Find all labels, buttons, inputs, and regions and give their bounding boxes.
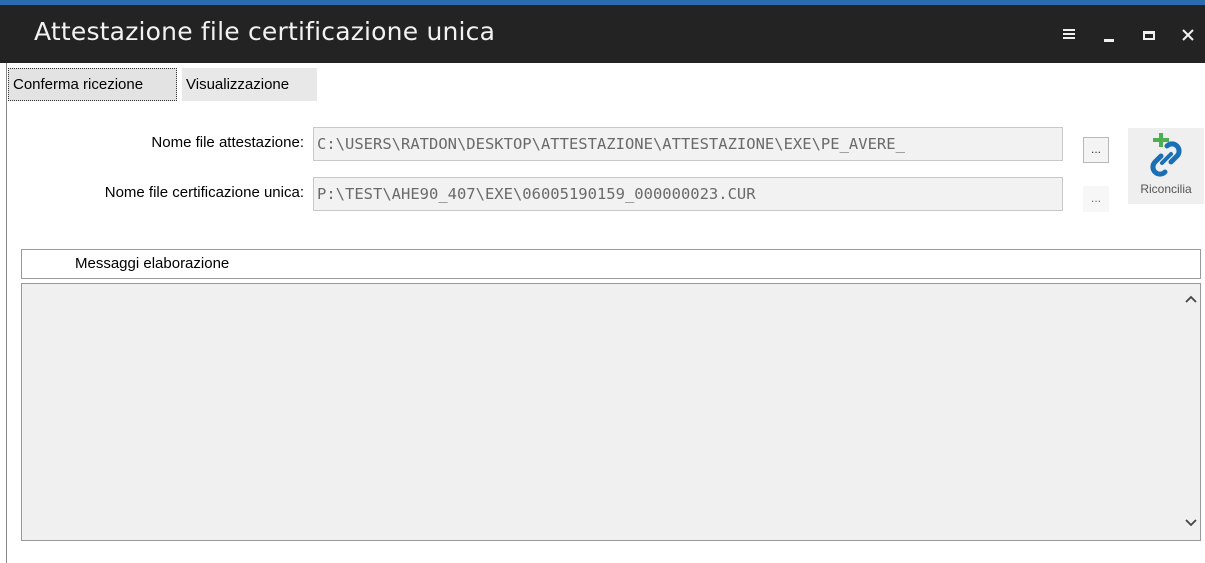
attestazione-file-field[interactable]: C:\USERS\RATDON\DESKTOP\ATTESTAZIONE\ATT… bbox=[313, 127, 1063, 161]
tab-visualizzazione[interactable]: Visualizzazione bbox=[182, 68, 317, 101]
link-add-icon bbox=[1150, 133, 1182, 177]
chevron-down-icon[interactable] bbox=[1183, 514, 1199, 530]
certificazione-label: Nome file certificazione unica: bbox=[104, 184, 304, 201]
chevron-up-icon[interactable] bbox=[1183, 292, 1199, 308]
window-title: Attestazione file certificazione unica bbox=[34, 17, 496, 46]
certificazione-file-field[interactable]: P:\TEST\AHE90_407\EXE\06005190159_000000… bbox=[313, 177, 1063, 211]
minimize-icon[interactable] bbox=[1099, 23, 1123, 47]
browse-certificazione-button[interactable]: ... bbox=[1083, 186, 1109, 212]
close-icon[interactable] bbox=[1178, 23, 1202, 47]
title-bar: Attestazione file certificazione unica bbox=[0, 5, 1205, 63]
window-left-border bbox=[6, 63, 7, 563]
messages-area[interactable] bbox=[21, 283, 1201, 541]
tab-conferma-ricezione[interactable]: Conferma ricezione bbox=[8, 68, 177, 101]
messages-header: Messaggi elaborazione bbox=[21, 249, 1201, 279]
browse-attestazione-button[interactable]: ... bbox=[1083, 137, 1109, 163]
messages-scrollbar[interactable] bbox=[1183, 284, 1200, 540]
maximize-icon[interactable] bbox=[1139, 23, 1163, 47]
riconcilia-label: Riconcilia bbox=[1140, 182, 1192, 196]
hamburger-icon[interactable] bbox=[1059, 23, 1083, 47]
attestazione-label: Nome file attestazione: bbox=[151, 134, 304, 151]
riconcilia-button[interactable]: Riconcilia bbox=[1128, 128, 1204, 204]
